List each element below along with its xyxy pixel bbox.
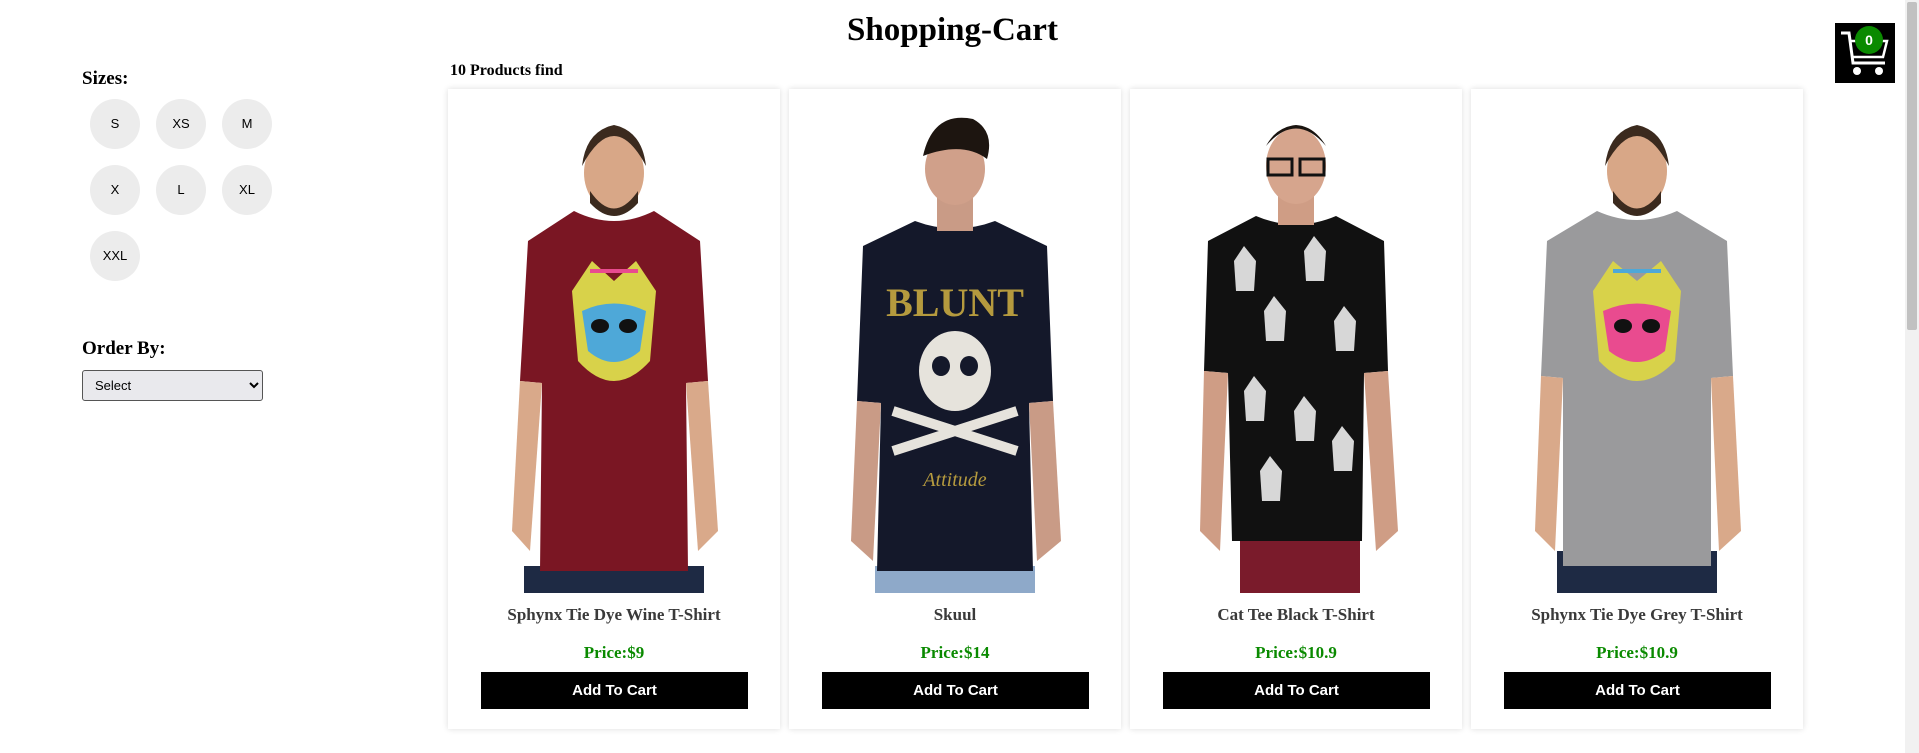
size-button-x[interactable]: X (90, 165, 140, 215)
scrollbar-thumb[interactable] (1907, 2, 1917, 330)
product-price: Price:$14 (920, 643, 990, 662)
product-name: Sphynx Tie Dye Wine T-Shirt (507, 605, 721, 624)
size-button-m[interactable]: M (222, 99, 272, 149)
cart-button[interactable]: 0 (1835, 23, 1895, 83)
size-button-xs[interactable]: XS (156, 99, 206, 149)
add-to-cart-button[interactable]: Add To Cart (1163, 672, 1430, 709)
page-scrollbar[interactable] (1905, 0, 1919, 753)
product-card: Cat Tee Black T-Shirt Price:$10.9 Add To… (1130, 89, 1462, 729)
product-card: BLUNT Attitude Skuul Price:$14 Add To Ca… (789, 89, 1121, 729)
filter-sidebar: Sizes: S XS M X L XL XXL Order By: Selec… (0, 0, 430, 753)
svg-text:Attitude: Attitude (921, 469, 986, 491)
product-name: Sphynx Tie Dye Grey T-Shirt (1531, 605, 1743, 624)
size-button-xl[interactable]: XL (222, 165, 272, 215)
product-image[interactable] (1505, 111, 1769, 593)
product-card: Sphynx Tie Dye Grey T-Shirt Price:$10.9 … (1471, 89, 1803, 729)
svg-text:BLUNT: BLUNT (886, 280, 1024, 325)
product-name: Cat Tee Black T-Shirt (1217, 605, 1375, 624)
cart-count-badge: 0 (1855, 26, 1883, 54)
size-button-xxl[interactable]: XXL (90, 231, 140, 281)
results-count: 10 Products find (450, 62, 563, 79)
size-button-l[interactable]: L (156, 165, 206, 215)
order-by-select[interactable]: Select (82, 370, 263, 401)
product-card: Sphynx Tie Dye Wine T-Shirt Price:$9 Add… (448, 89, 780, 729)
add-to-cart-button[interactable]: Add To Cart (1504, 672, 1771, 709)
product-price: Price:$10.9 (1255, 643, 1337, 662)
add-to-cart-button[interactable]: Add To Cart (481, 672, 748, 709)
product-image[interactable] (482, 111, 746, 593)
product-image[interactable]: BLUNT Attitude (823, 111, 1087, 593)
add-to-cart-button[interactable]: Add To Cart (822, 672, 1089, 709)
order-by-heading: Order By: (82, 338, 166, 359)
size-button-s[interactable]: S (90, 99, 140, 149)
product-price: Price:$9 (583, 643, 645, 662)
product-image[interactable] (1164, 111, 1428, 593)
sizes-heading: Sizes: (82, 68, 129, 89)
product-name: Skuul (933, 605, 977, 624)
product-price: Price:$10.9 (1596, 643, 1678, 662)
